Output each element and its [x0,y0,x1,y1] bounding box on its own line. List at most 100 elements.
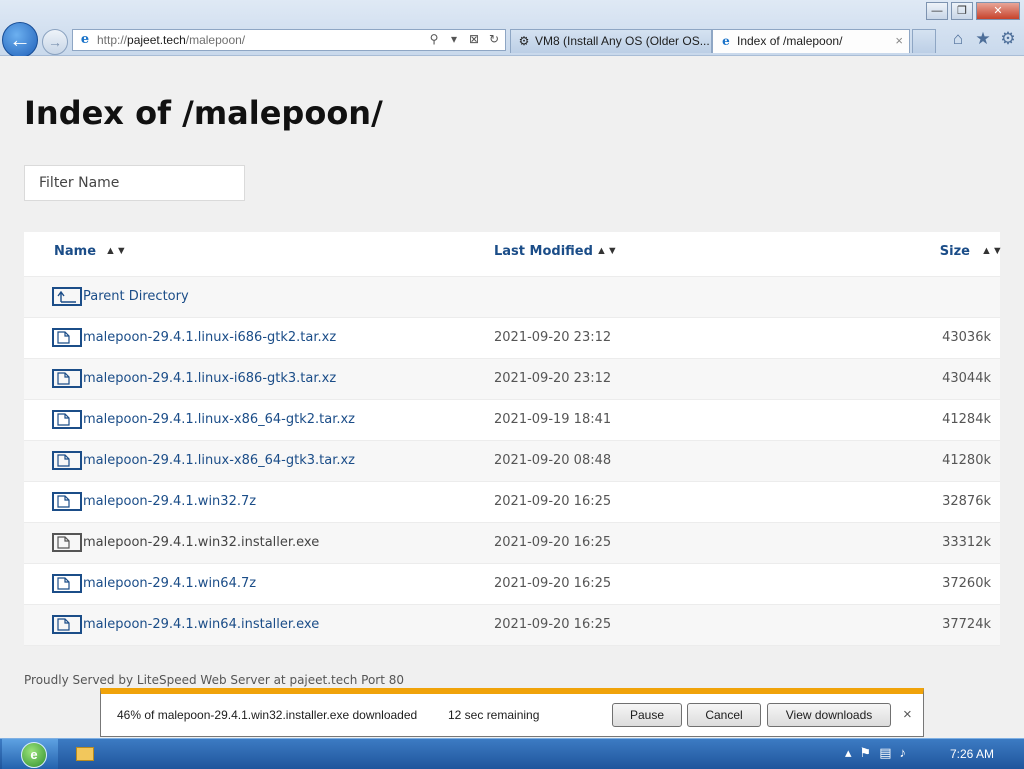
file-modified: 2021-09-20 16:25 [494,576,612,591]
ie-taskbar-icon: e [21,742,47,768]
file-icon [52,328,82,347]
file-modified: 2021-09-19 18:41 [494,412,612,427]
last-modified-column-header[interactable]: Last Modified [494,244,593,259]
maximize-button[interactable]: ❐ [951,2,973,20]
star-icon[interactable]: ★ [973,29,993,49]
tab-index-malepoon[interactable]: e Index of /malepoon/ × [712,29,910,53]
action-center-flag-icon[interactable]: ⚑ [860,745,872,761]
size-column-header[interactable]: Size [940,244,970,259]
volume-icon[interactable]: ♪ [899,745,906,761]
file-icon [52,533,82,552]
explorer-taskbar-button[interactable] [64,742,104,766]
folder-icon [76,747,94,761]
address-url[interactable]: http://pajeet.tech/malepoon/ [97,33,245,47]
tab-label: Index of /malepoon/ [737,34,843,48]
server-footer: Proudly Served by LiteSpeed Web Server a… [24,673,405,687]
file-icon [52,574,82,593]
file-icon [52,492,82,511]
arrow-right-icon: → [48,34,62,50]
download-status: 46% of malepoon-29.4.1.win32.installer.e… [117,708,418,722]
parent-directory-row: Parent Directory [24,277,1000,318]
file-link[interactable]: malepoon-29.4.1.linux-x86_64-gtk2.tar.xz [83,412,355,427]
close-icon[interactable]: × [903,706,912,723]
download-notification-bar: 46% of malepoon-29.4.1.win32.installer.e… [100,688,924,737]
file-row: malepoon-29.4.1.linux-x86_64-gtk2.tar.xz… [24,400,1000,441]
forward-button[interactable]: → [42,29,68,55]
file-size: 43036k [942,330,991,345]
ie-taskbar-button[interactable]: e [2,739,58,769]
file-row: malepoon-29.4.1.linux-i686-gtk2.tar.xz 2… [24,318,1000,359]
back-button[interactable]: ← [2,22,38,58]
file-size: 33312k [942,535,991,550]
file-link[interactable]: malepoon-29.4.1.linux-i686-gtk3.tar.xz [83,371,336,386]
ie-tab-icon: e [722,34,730,48]
table-header-row: Name ▲▼ Last Modified ▲▼ Size ▲▼ [24,232,1003,277]
cancel-button[interactable]: Cancel [687,703,761,727]
arrow-left-icon: ← [9,27,31,52]
file-modified: 2021-09-20 16:25 [494,617,612,632]
file-link[interactable]: malepoon-29.4.1.win32.7z [83,494,256,509]
parent-directory-icon [52,287,82,306]
file-modified: 2021-09-20 23:12 [494,371,612,386]
pause-button[interactable]: Pause [612,703,682,727]
sort-icon[interactable]: ▲▼ [981,245,1003,257]
file-size: 32876k [942,494,991,509]
file-size: 41284k [942,412,991,427]
file-row: malepoon-29.4.1.win32.7z 2021-09-20 16:2… [24,482,1000,523]
minimize-button[interactable]: — [926,2,948,20]
address-bar[interactable]: e http://pajeet.tech/malepoon/ ⚲ ▾ ⊠ ↻ [72,29,506,51]
system-tray: ▴ ⚑ ▤ ♪ [845,745,906,761]
file-size: 37260k [942,576,991,591]
name-column-header[interactable]: Name [54,244,96,259]
clock[interactable]: 7:26 AM [950,747,994,761]
tab-label: VM8 (Install Any OS (Older OS... [535,34,710,48]
file-icon [52,369,82,388]
new-tab-button[interactable] [912,29,936,53]
file-row: malepoon-29.4.1.win32.installer.exe 2021… [24,523,1000,564]
sort-icon[interactable]: ▲▼ [105,245,127,257]
file-modified: 2021-09-20 16:25 [494,494,612,509]
search-icon[interactable]: ⚲ [427,32,441,46]
file-link[interactable]: malepoon-29.4.1.linux-x86_64-gtk3.tar.xz [83,453,355,468]
file-icon [52,410,82,429]
file-size: 37724k [942,617,991,632]
close-tab-icon[interactable]: × [895,30,903,52]
show-hidden-icons-icon[interactable]: ▴ [845,745,852,761]
file-link[interactable]: malepoon-29.4.1.win32.installer.exe [83,535,319,550]
download-time-remaining: 12 sec remaining [448,708,540,722]
file-link[interactable]: malepoon-29.4.1.linux-i686-gtk2.tar.xz [83,330,336,345]
home-icon[interactable]: ⌂ [948,29,968,49]
dropdown-icon[interactable]: ▾ [447,32,461,46]
refresh-icon[interactable]: ↻ [487,32,501,46]
file-size: 43044k [942,371,991,386]
browser-chrome: — ❐ ✕ ← → e http://pajeet.tech/malepoon/… [0,0,1024,58]
ie-page-icon: e [80,32,90,47]
file-modified: 2021-09-20 08:48 [494,453,612,468]
tab-vm8[interactable]: ⚙ VM8 (Install Any OS (Older OS... [510,29,712,53]
page-title: Index of /malepoon/ [24,94,383,132]
taskbar: e ▴ ⚑ ▤ ♪ 7:26 AM [0,738,1024,769]
file-link[interactable]: malepoon-29.4.1.win64.installer.exe [83,617,319,632]
file-icon [52,615,82,634]
file-modified: 2021-09-20 16:25 [494,535,612,550]
compatibility-view-icon[interactable]: ⊠ [467,32,481,46]
file-row: malepoon-29.4.1.linux-x86_64-gtk3.tar.xz… [24,441,1000,482]
parent-directory-link[interactable]: Parent Directory [83,289,189,304]
filter-name-input[interactable] [24,165,245,201]
file-row: malepoon-29.4.1.win64.7z 2021-09-20 16:2… [24,564,1000,605]
page-content: Index of /malepoon/ Name ▲▼ Last Modifie… [0,56,1024,738]
address-bar-tools: ⚲ ▾ ⊠ ↻ [427,32,501,46]
file-size: 41280k [942,453,991,468]
file-row: malepoon-29.4.1.linux-i686-gtk3.tar.xz 2… [24,359,1000,400]
file-link[interactable]: malepoon-29.4.1.win64.7z [83,576,256,591]
file-listing-table: Name ▲▼ Last Modified ▲▼ Size ▲▼ Parent … [24,232,1003,646]
file-icon [52,451,82,470]
gear-icon[interactable]: ⚙ [998,29,1018,49]
file-row: malepoon-29.4.1.win64.installer.exe 2021… [24,605,1000,646]
view-downloads-button[interactable]: View downloads [767,703,891,727]
sort-icon[interactable]: ▲▼ [596,245,618,257]
close-window-button[interactable]: ✕ [976,2,1020,20]
vm-tab-icon: ⚙ [518,34,530,48]
file-modified: 2021-09-20 23:12 [494,330,612,345]
network-icon[interactable]: ▤ [879,745,891,761]
